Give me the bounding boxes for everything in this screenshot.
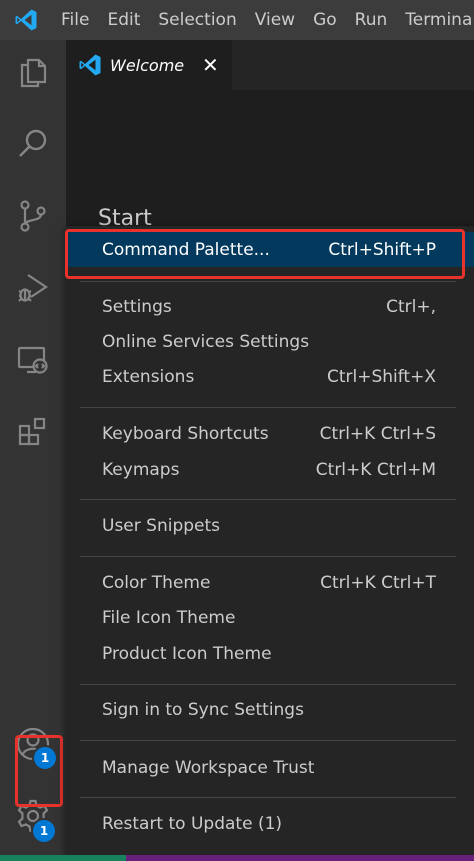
menu-item-label: File Icon Theme	[102, 607, 236, 628]
explorer-icon	[20, 58, 47, 88]
menu-separator	[80, 740, 456, 741]
menu-edit[interactable]: Edit	[98, 0, 149, 40]
activity-remote-explorer[interactable]	[0, 328, 66, 392]
menu-run[interactable]: Run	[346, 0, 397, 40]
menu-separator	[80, 499, 456, 500]
menu-item-file-icon-theme[interactable]: File Icon Theme	[66, 600, 474, 635]
menu-item-label: Product Icon Theme	[102, 643, 272, 664]
menu-item-label: User Snippets	[102, 515, 221, 536]
menu-item-label: Online Services Settings	[102, 331, 310, 352]
menu-item-keyboard-shortcuts[interactable]: Keyboard Shortcuts Ctrl+K Ctrl+S	[66, 416, 474, 451]
manage-badge: 1	[31, 818, 57, 844]
menu-bar: File Edit Selection View Go Run Terminal	[0, 0, 474, 40]
menu-view[interactable]: View	[246, 0, 304, 40]
menu-item-label: Manage Workspace Trust	[102, 757, 315, 778]
menu-go[interactable]: Go	[304, 0, 346, 40]
menu-item-user-snippets[interactable]: User Snippets	[66, 508, 474, 543]
menu-selection[interactable]: Selection	[149, 0, 245, 40]
menu-item-shortcut: Ctrl+Shift+X	[326, 366, 436, 387]
menu-item-label: Extensions	[102, 366, 195, 387]
status-bar	[0, 855, 474, 861]
menu-separator	[80, 281, 456, 282]
vscode-tab-icon	[78, 53, 102, 77]
menu-item-label: Keyboard Shortcuts	[102, 423, 269, 444]
menu-item-online-services-settings[interactable]: Online Services Settings	[66, 324, 474, 359]
menu-item-manage-workspace-trust[interactable]: Manage Workspace Trust	[66, 750, 474, 785]
menu-separator	[80, 556, 456, 557]
menu-item-label: Keymaps	[102, 459, 180, 480]
tab-welcome[interactable]: Welcome ✕	[66, 40, 232, 90]
activity-search[interactable]	[0, 112, 66, 176]
vscode-logo-icon[interactable]	[0, 0, 52, 40]
menu-separator	[80, 684, 456, 685]
menu-item-keymaps[interactable]: Keymaps Ctrl+K Ctrl+M	[66, 452, 474, 487]
menu-item-color-theme[interactable]: Color Theme Ctrl+K Ctrl+T	[66, 565, 474, 600]
tab-bar: Welcome ✕	[66, 40, 474, 90]
status-bar-remote-indicator[interactable]	[0, 855, 126, 861]
menu-file[interactable]: File	[52, 0, 98, 40]
menu-item-label: Settings	[102, 296, 172, 317]
activity-source-control[interactable]	[0, 184, 66, 248]
menu-item-extensions[interactable]: Extensions Ctrl+Shift+X	[66, 359, 474, 394]
menu-item-label: Sign in to Sync Settings	[102, 699, 304, 720]
vscode-window: File Edit Selection View Go Run Terminal	[0, 0, 474, 861]
command-palette-highlight-box	[65, 229, 465, 279]
source-control-icon	[20, 200, 46, 232]
run-debug-icon	[18, 274, 48, 302]
remote-explorer-icon	[17, 346, 48, 374]
activity-explorer[interactable]	[0, 40, 66, 104]
menu-item-label: Restart to Update (1)	[102, 813, 283, 834]
menu-terminal[interactable]: Terminal	[396, 0, 474, 40]
menu-item-shortcut: Ctrl+K Ctrl+T	[320, 572, 436, 593]
menu-item-settings[interactable]: Settings Ctrl+,	[66, 289, 474, 324]
menu-separator	[80, 407, 456, 408]
manage-context-menu: Command Palette... Ctrl+Shift+P Settings…	[66, 226, 474, 856]
activity-run-debug[interactable]	[0, 256, 66, 320]
menu-item-shortcut: Ctrl+K Ctrl+M	[315, 459, 436, 480]
activity-extensions[interactable]	[0, 400, 66, 464]
menu-item-label: Color Theme	[102, 572, 211, 593]
menu-item-restart-to-update[interactable]: Restart to Update (1)	[66, 806, 474, 841]
search-icon	[19, 129, 47, 157]
close-icon[interactable]: ✕	[202, 53, 219, 77]
menu-item-product-icon-theme[interactable]: Product Icon Theme	[66, 636, 474, 671]
menu-item-shortcut: Ctrl+K Ctrl+S	[319, 423, 436, 444]
menu-item-shortcut: Ctrl+,	[386, 296, 436, 317]
menu-separator	[80, 797, 456, 798]
manage-highlight-box	[15, 735, 63, 807]
menu-item-sign-in-sync[interactable]: Sign in to Sync Settings	[66, 692, 474, 727]
tab-label: Welcome	[110, 55, 185, 75]
extensions-icon	[18, 417, 46, 446]
